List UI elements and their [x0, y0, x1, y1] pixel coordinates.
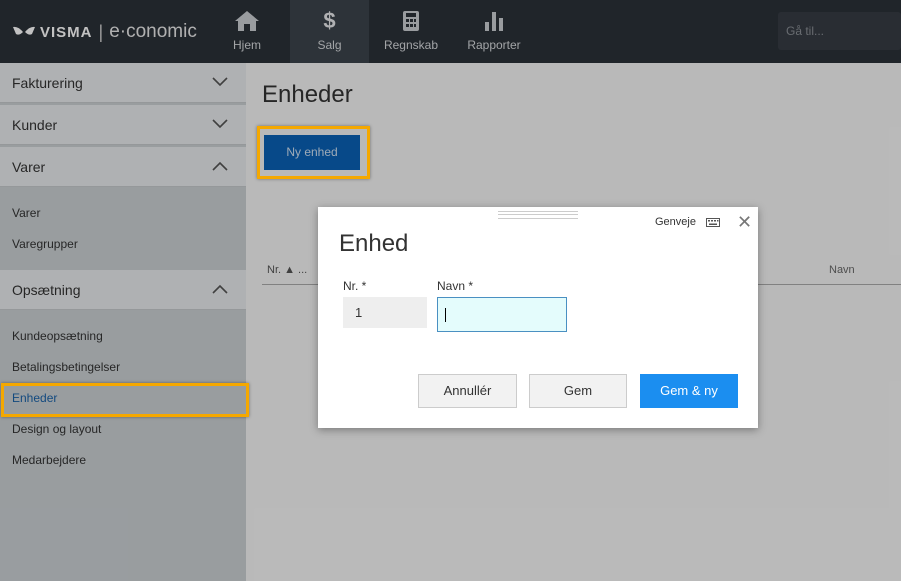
highlight-sidebar-enheder — [1, 383, 249, 417]
navn-input[interactable] — [437, 297, 567, 332]
save-and-new-button[interactable]: Gem & ny — [640, 374, 738, 408]
drag-handle[interactable] — [498, 211, 578, 219]
unit-dialog: Genveje ✕ Enhed Nr. * 1 Navn * Annullér … — [318, 207, 758, 428]
cancel-button[interactable]: Annullér — [418, 374, 517, 408]
shortcuts-link[interactable]: Genveje — [655, 216, 696, 228]
dialog-title: Enhed — [339, 230, 409, 257]
highlight-new-unit-button — [257, 126, 370, 179]
nr-label: Nr. * — [343, 279, 367, 293]
nr-field: 1 — [343, 297, 427, 328]
save-button[interactable]: Gem — [529, 374, 627, 408]
close-icon[interactable]: ✕ — [737, 213, 752, 231]
keyboard-icon[interactable] — [706, 218, 720, 227]
text-caret — [445, 307, 446, 322]
navn-label: Navn * — [437, 279, 474, 293]
